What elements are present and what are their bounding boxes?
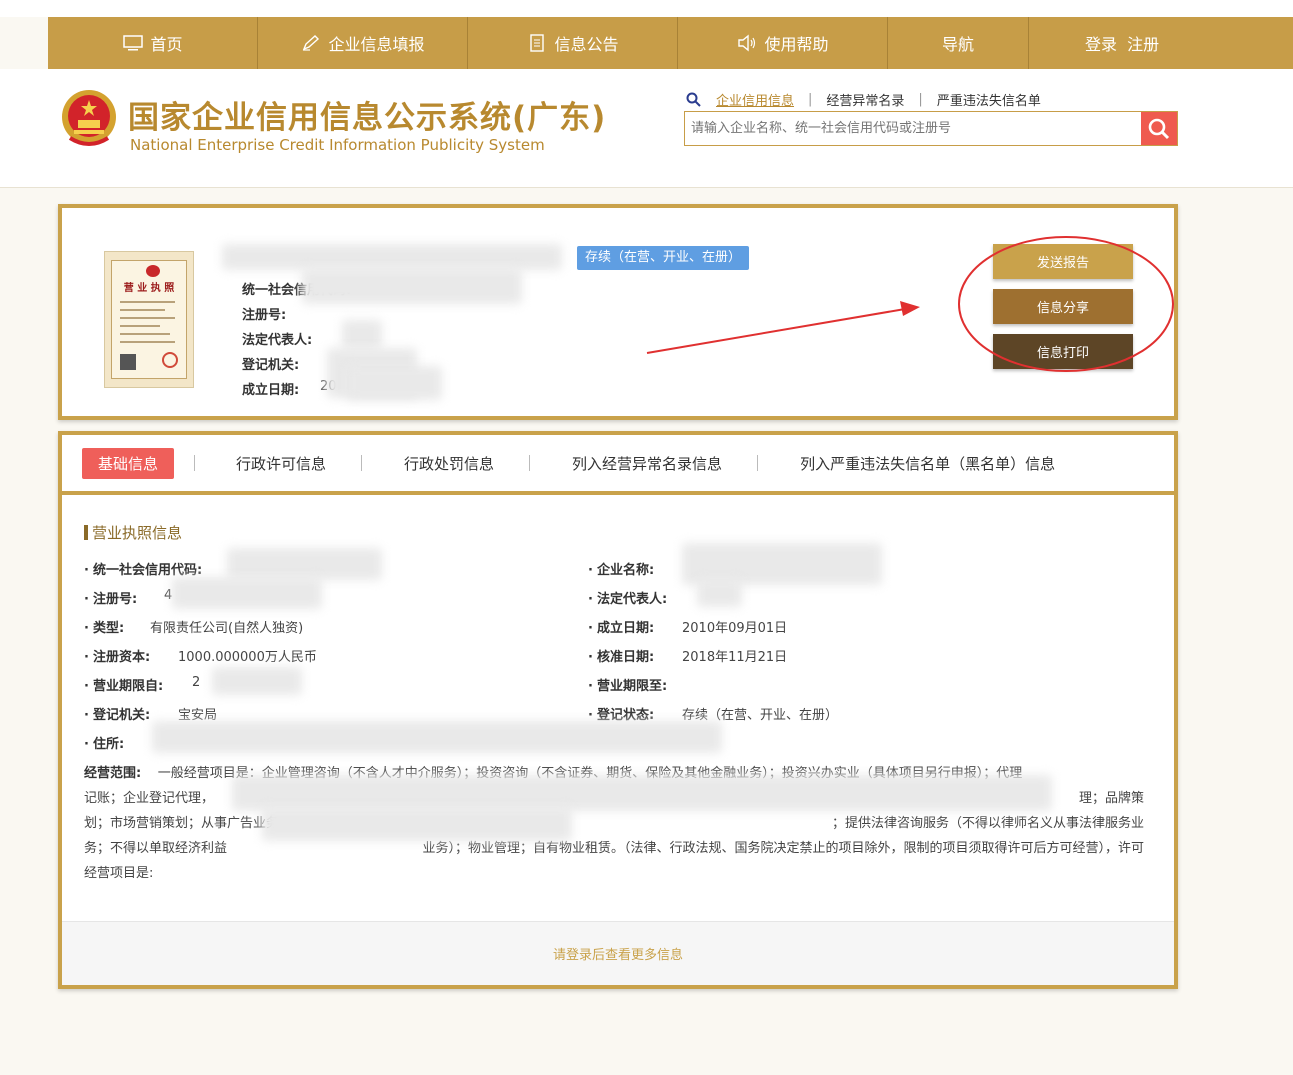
seal-icon [162, 352, 178, 368]
redacted-values [342, 320, 382, 350]
tab-divider [194, 455, 196, 471]
license-title: 营 业 执 照 [123, 283, 175, 294]
nav-home-label: 首页 [150, 35, 183, 54]
scope-line: 划；市场营销策划；从事广告业务 [84, 816, 280, 831]
field-reg-number-label: 注册号: [242, 308, 287, 323]
redacted-values [262, 807, 572, 841]
scope-line-tail: ；提供法律咨询服务（不得以律师名义从事法律服务业 [831, 816, 1144, 831]
label-term-from: 营业期限自: [84, 675, 163, 694]
label-scope: 经营范围: [84, 766, 142, 781]
scope-line: 经营项目是: [84, 866, 154, 881]
section-title: 营业执照信息 [84, 522, 182, 543]
redacted-values [212, 667, 302, 695]
nav-announcements-label: 信息公告 [554, 35, 619, 54]
label-legal-rep: 法定代表人: [588, 588, 667, 607]
search-tab-abnormal-list[interactable]: 经营异常名录 [820, 90, 910, 109]
site-title: 国家企业信用信息公示系统(广东) [128, 100, 607, 136]
redacted-values [232, 775, 1052, 811]
tab-divider [529, 455, 531, 471]
scope-line-tail: 理；品牌策 [1078, 791, 1144, 806]
nav-enterprise-report-label: 企业信息填报 [328, 35, 425, 54]
search-button[interactable] [1141, 112, 1177, 145]
redacted-values [347, 366, 442, 400]
nav-navigation-label: 导航 [941, 35, 974, 54]
tab-basic-info[interactable]: 基础信息 [82, 447, 175, 479]
magnifier-icon [1148, 118, 1170, 139]
redacted-values [227, 548, 382, 580]
label-address: 住所: [84, 733, 124, 752]
nav-login-register-label: 登录 注册 [1085, 35, 1160, 54]
share-info-button[interactable]: 信息分享 [993, 289, 1133, 324]
label-approved: 核准日期: [588, 646, 654, 665]
section-title-text: 营业执照信息 [92, 524, 183, 542]
print-info-button[interactable]: 信息打印 [993, 334, 1133, 369]
redacted-values [302, 268, 522, 304]
tab-admin-penalty[interactable]: 行政处罚信息 [404, 453, 494, 474]
nav-announcements[interactable]: 信息公告 [468, 17, 678, 69]
field-established-label: 成立日期: [242, 383, 300, 398]
top-strip [0, 0, 1293, 17]
tab-divider: | [808, 92, 813, 107]
search-icon [686, 92, 701, 107]
tab-admin-license[interactable]: 行政许可信息 [236, 453, 326, 474]
search-type-tabs: 企业信用信息 | 经营异常名录 | 严重违法失信名单 [686, 90, 1047, 109]
status-badge: 存续（在营、开业、在册） [577, 246, 750, 270]
nav-home[interactable]: 首页 [48, 17, 258, 69]
redacted-values [697, 579, 742, 607]
redacted-values [152, 721, 722, 753]
business-license-thumbnail[interactable]: 营 业 执 照 [104, 251, 194, 388]
search-box [684, 111, 1178, 146]
basic-info-panel: 基础信息 行政许可信息 行政处罚信息 列入经营异常名录信息 列入严重违法失信名单… [58, 431, 1178, 989]
nav-enterprise-report[interactable]: 企业信息填报 [258, 17, 468, 69]
qr-code-icon [120, 354, 136, 370]
company-summary-panel: 营 业 执 照 存续（在营、开业、在册） 统一社会信用代码: 注册号: 法定代表… [58, 204, 1178, 420]
tab-blacklist[interactable]: 列入严重违法失信名单（黑名单）信息 [800, 453, 1055, 474]
value-term-from: 2 [192, 675, 201, 690]
monitor-icon [122, 34, 144, 52]
tab-abnormal-list[interactable]: 列入经营异常名录信息 [572, 453, 722, 474]
info-tabs: 基础信息 行政许可信息 行政处罚信息 列入经营异常名录信息 列入严重违法失信名单… [62, 435, 1174, 495]
label-term-to: 营业期限至: [588, 675, 667, 694]
tab-divider [361, 455, 363, 471]
nav-help-label: 使用帮助 [764, 35, 829, 54]
search-tab-blacklist[interactable]: 严重违法失信名单 [931, 90, 1047, 109]
search-input[interactable] [685, 112, 1141, 145]
field-reg-authority-label: 登记机关: [242, 358, 300, 373]
nav-help[interactable]: 使用帮助 [678, 17, 888, 69]
nav-navigation[interactable]: 导航 [888, 17, 1029, 69]
redacted-values [172, 577, 322, 609]
label-type: 类型: [84, 617, 124, 636]
label-reg-number: 注册号: [84, 588, 137, 607]
label-company-name: 企业名称: [588, 559, 654, 578]
label-capital: 注册资本: [84, 646, 150, 665]
tab-divider: | [918, 92, 923, 107]
scope-line: 记账；企业登记代理， [84, 791, 215, 806]
nav-login-register[interactable]: 登录 注册 [1029, 17, 1293, 69]
login-for-more-link[interactable]: 请登录后查看更多信息 [62, 921, 1174, 985]
document-icon [526, 34, 548, 52]
speaker-icon [736, 34, 758, 52]
national-emblem-icon [62, 90, 116, 146]
value-type: 有限责任公司(自然人独资) [150, 621, 304, 636]
search-tab-credit-info[interactable]: 企业信用信息 [710, 90, 800, 109]
value-capital: 1000.000000万人民币 [178, 650, 317, 665]
value-established: 2010年09月01日 [682, 621, 788, 636]
tab-divider [757, 455, 759, 471]
site-subtitle: National Enterprise Credit Information P… [130, 136, 545, 154]
pen-icon [300, 34, 322, 52]
value-approved: 2018年11月21日 [682, 650, 788, 665]
field-legal-rep-label: 法定代表人: [242, 333, 313, 348]
label-established: 成立日期: [588, 617, 654, 636]
scope-line: 务；不得以单取经济利益 [84, 841, 228, 856]
redacted-company-name [222, 244, 562, 270]
label-credit-code: 统一社会信用代码: [84, 559, 202, 578]
main-nav: 首页 企业信息填报 信息公告 使用帮助 导航 登录 注册 [48, 17, 1293, 69]
label-reg-authority: 登记机关: [84, 704, 150, 723]
send-report-button[interactable]: 发送报告 [993, 244, 1133, 279]
